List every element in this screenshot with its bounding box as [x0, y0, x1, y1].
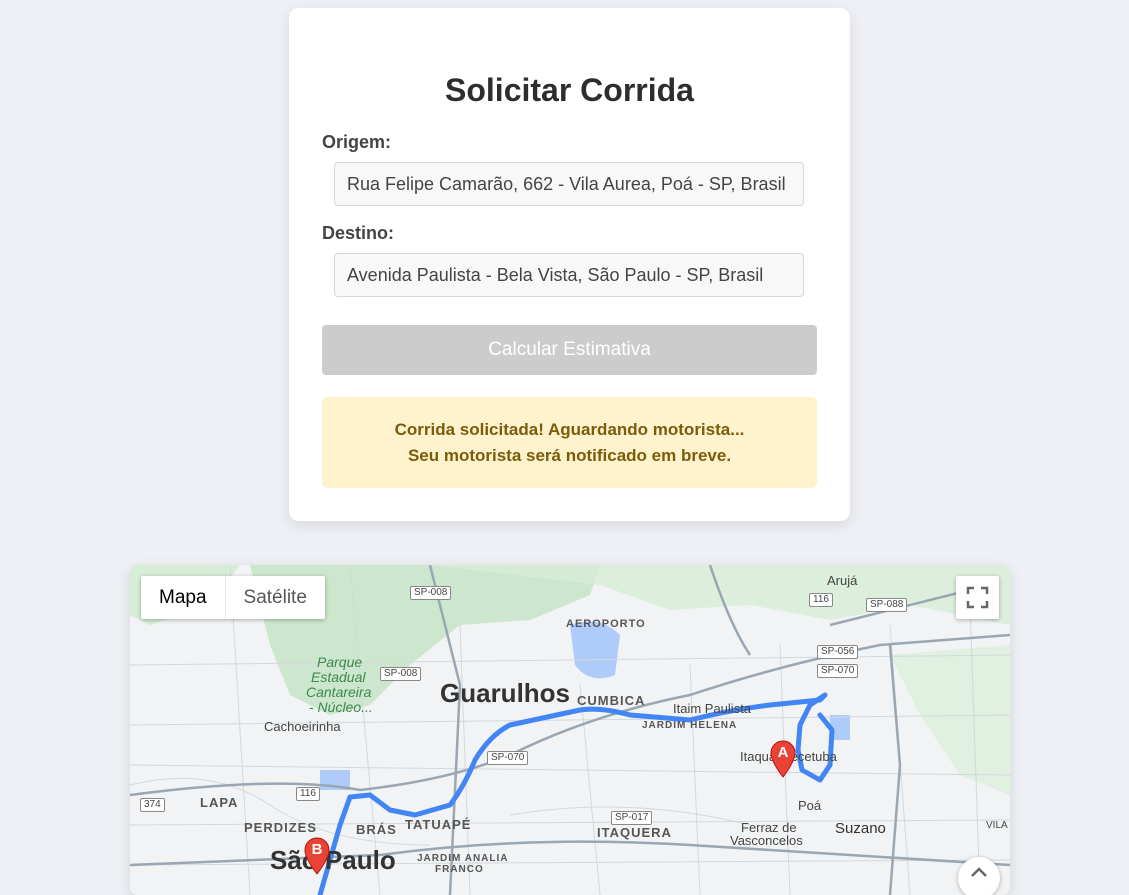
- page-title: Solicitar Corrida: [445, 72, 694, 108]
- camera-control[interactable]: [958, 857, 1000, 895]
- road-shield-374: 374: [140, 798, 165, 812]
- map-label-itaquera: ITAQUERA: [597, 825, 672, 840]
- route-map[interactable]: Mapa Satélite Guarulhos São Paulo Arujá …: [130, 565, 1010, 895]
- map-label-suzano: Suzano: [835, 820, 886, 837]
- status-submessage: Seu motorista será notificado em breve.: [407, 445, 732, 465]
- map-type-satellite-button[interactable]: Satélite: [224, 576, 325, 619]
- map-label-sao-paulo: São Paulo: [270, 845, 396, 875]
- map-type-map-button[interactable]: Mapa: [141, 576, 225, 619]
- origin-input[interactable]: [334, 162, 804, 206]
- map-label-park-1: Parque: [317, 654, 363, 670]
- road-shield-sp008: SP-008: [380, 667, 422, 681]
- origin-label: Origem:: [322, 132, 392, 152]
- map-label-bras: BRÁS: [356, 822, 397, 837]
- fullscreen-button[interactable]: [956, 576, 999, 619]
- map-type-control: Mapa Satélite: [141, 576, 325, 619]
- ride-request-card: Solicitar Corrida Origem: Destino: Calcu…: [289, 8, 850, 521]
- map-label-perdizes: PERDIZES: [244, 820, 318, 835]
- map-label-park-3: Cantareira: [306, 684, 372, 700]
- destination-label: Destino:: [322, 223, 394, 243]
- map-label-franco: FRANCO: [435, 864, 484, 875]
- map-label-park-4: - Núcleo...: [309, 699, 373, 715]
- marker-a[interactable]: A: [770, 740, 796, 778]
- map-label-vila: VILA: [986, 820, 1008, 831]
- map-label-tatuape: TATUAPÉ: [405, 817, 472, 832]
- map-label-jardim-helena: JARDIM HELENA: [642, 720, 738, 731]
- map-label-guarulhos: Guarulhos: [440, 678, 571, 708]
- road-shield-sp008: SP-008: [410, 586, 452, 600]
- fullscreen-icon: [966, 586, 989, 609]
- marker-a-label: A: [777, 744, 789, 761]
- calculate-estimate-button[interactable]: Calcular Estimativa: [322, 325, 817, 375]
- camera-control-icon: [971, 867, 987, 877]
- road-shield-sp070: SP-070: [817, 664, 859, 678]
- road-shield-116: 116: [296, 787, 320, 801]
- map-label-park-2: Estadual: [311, 669, 366, 685]
- marker-b-label: B: [311, 841, 323, 858]
- map-label-aruja: Arujá: [827, 573, 858, 588]
- map-label-itaim-paulista: Itaim Paulista: [673, 701, 752, 716]
- road-shield-sp056: SP-056: [817, 645, 859, 659]
- map-label-cachoeirinha: Cachoeirinha: [264, 719, 341, 734]
- marker-b[interactable]: B: [304, 837, 330, 875]
- road-shield-sp070: SP-070: [487, 751, 529, 765]
- map-label-jardim-analia: JARDIM ANALIA: [417, 853, 509, 864]
- status-message: Corrida solicitada! Aguardando motorista…: [394, 419, 745, 439]
- status-alert: Corrida solicitada! Aguardando motorista…: [322, 397, 817, 488]
- map-label-vasconcelos: Vasconcelos: [730, 833, 803, 848]
- road-shield-sp088: SP-088: [866, 598, 908, 612]
- destination-input[interactable]: [334, 253, 804, 297]
- road-shield-116: 116: [809, 593, 833, 607]
- map-label-aeroporto: AEROPORTO: [566, 618, 646, 630]
- road-shield-sp017: SP-017: [611, 811, 653, 825]
- map-label-cumbica: CUMBICA: [577, 693, 646, 708]
- map-label-lapa: LAPA: [200, 795, 239, 810]
- map-label-poa: Poá: [798, 798, 822, 813]
